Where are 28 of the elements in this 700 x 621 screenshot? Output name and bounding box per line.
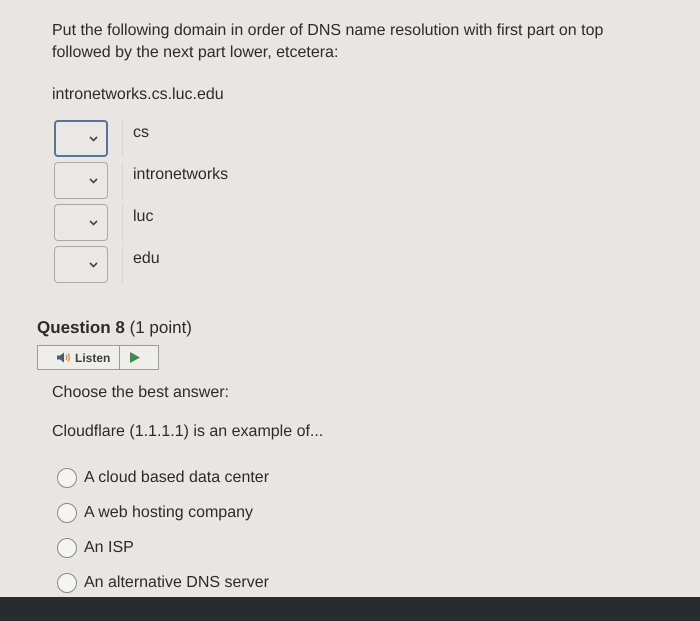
order-dropdown[interactable] [54,204,108,241]
answer-option: An ISP [84,537,134,559]
radio-button[interactable] [57,503,77,523]
domain-name: intronetworks.cs.luc.edu [52,85,224,105]
answer-option: An alternative DNS server [84,572,269,594]
order-dropdown[interactable] [54,246,108,283]
chevron-down-icon [89,136,98,142]
chevron-down-icon [89,220,98,226]
radio-button[interactable] [57,468,77,488]
domain-part-label: luc [133,207,154,227]
chevron-down-icon [89,178,98,184]
question-stem: Cloudflare (1.1.1.1) is an example of... [52,422,324,442]
chevron-down-icon [89,262,98,268]
speaker-icon [57,352,71,363]
answer-option: A web hosting company [84,502,253,524]
domain-part-label: cs [133,123,149,143]
question-prompt: Put the following domain in order of DNS name resolution with first part on top followed by the next part lower, etcetera: [52,21,604,63]
domain-part-label: intronetworks [133,165,228,185]
order-dropdown[interactable] [54,162,108,199]
listen-button[interactable]: Listen [37,345,159,370]
domain-part-label: edu [133,249,160,269]
radio-button[interactable] [57,538,77,558]
question-title: Question 8 (1 point) [37,317,192,339]
play-icon[interactable] [130,352,140,363]
radio-button[interactable] [57,573,77,593]
order-dropdown[interactable] [54,120,108,157]
instruction-text: Choose the best answer: [52,383,229,403]
answer-option: A cloud based data center [84,467,270,489]
